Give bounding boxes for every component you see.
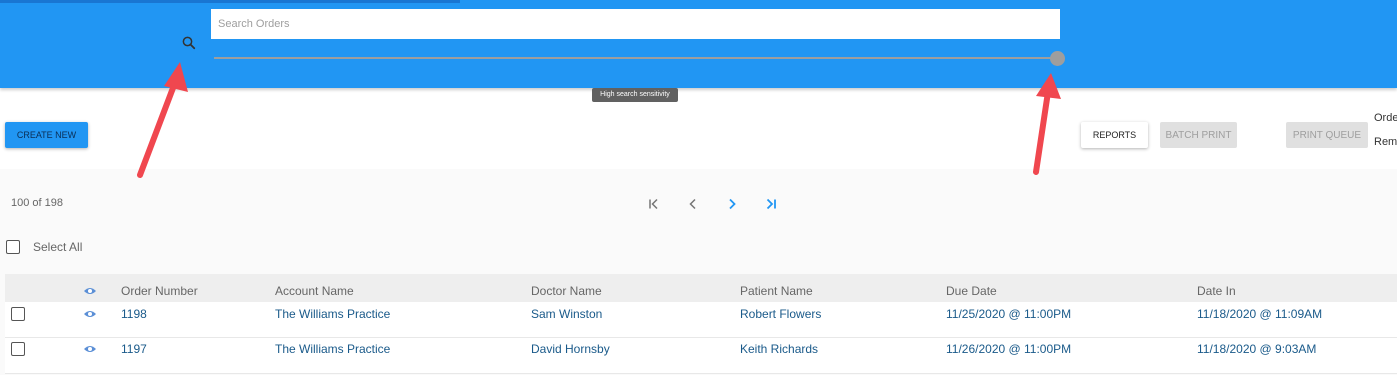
date-in-cell: 11/18/2020 @ 9:03AM (1197, 342, 1317, 356)
search-sensitivity-slider-thumb[interactable] (1050, 51, 1065, 66)
table-row[interactable] (5, 338, 1397, 374)
next-page-button[interactable] (722, 195, 742, 213)
sensitivity-tooltip: High search sensitivity (592, 88, 678, 102)
column-header-doctor-name[interactable]: Doctor Name (531, 284, 602, 298)
chevron-left-icon (689, 198, 696, 210)
column-header-due-date[interactable]: Due Date (946, 284, 997, 298)
side-label-2: Rem (1374, 136, 1397, 148)
app-header (0, 0, 1397, 88)
row-checkbox[interactable] (11, 342, 25, 356)
search-sensitivity-slider-track[interactable] (214, 57, 1058, 59)
doctor-name-link[interactable]: David Hornsby (531, 342, 610, 356)
view-eye-icon[interactable] (83, 344, 97, 354)
header-accent-bar (0, 0, 460, 3)
patient-name-link[interactable]: Keith Richards (740, 342, 818, 356)
column-header-order-number[interactable]: Order Number (121, 284, 198, 298)
first-page-icon (649, 198, 658, 210)
reports-button[interactable]: REPORTS (1081, 122, 1148, 148)
last-page-icon (766, 198, 776, 210)
search-icon[interactable] (180, 34, 198, 52)
batch-print-button[interactable]: BATCH PRINT (1160, 122, 1237, 148)
order-number-link[interactable]: 1198 (121, 307, 147, 321)
column-header-patient-name[interactable]: Patient Name (740, 284, 813, 298)
first-page-button[interactable] (644, 195, 664, 213)
column-header-account-name[interactable]: Account Name (275, 284, 354, 298)
result-count: 100 of 198 (11, 197, 63, 209)
side-label-1: Orde (1374, 112, 1397, 124)
patient-name-link[interactable]: Robert Flowers (740, 307, 821, 321)
due-date-cell: 11/26/2020 @ 11:00PM (946, 342, 1072, 356)
due-date-cell: 11/25/2020 @ 11:00PM (946, 307, 1072, 321)
column-header-date-in[interactable]: Date In (1197, 284, 1236, 298)
table-row[interactable] (5, 302, 1397, 338)
doctor-name-link[interactable]: Sam Winston (531, 307, 602, 321)
previous-page-button[interactable] (683, 195, 703, 213)
last-page-button[interactable] (761, 195, 781, 213)
select-all-checkbox[interactable] (6, 240, 20, 254)
date-in-cell: 11/18/2020 @ 11:09AM (1197, 307, 1323, 321)
page: High search sensitivity CREATE NEW REPOR… (0, 0, 1397, 375)
table-header (5, 274, 1397, 302)
chevron-right-icon (729, 198, 736, 210)
eye-icon (84, 288, 96, 294)
row-checkbox[interactable] (11, 307, 25, 321)
view-eye-icon[interactable] (83, 309, 97, 319)
create-new-button[interactable]: CREATE NEW (5, 122, 88, 148)
order-number-link[interactable]: 1197 (121, 342, 147, 356)
search-input[interactable] (211, 9, 1060, 39)
print-queue-button[interactable]: PRINT QUEUE (1286, 122, 1368, 148)
account-name-link[interactable]: The Williams Practice (275, 342, 390, 356)
select-all-label: Select All (33, 240, 83, 254)
account-name-link[interactable]: The Williams Practice (275, 307, 390, 321)
